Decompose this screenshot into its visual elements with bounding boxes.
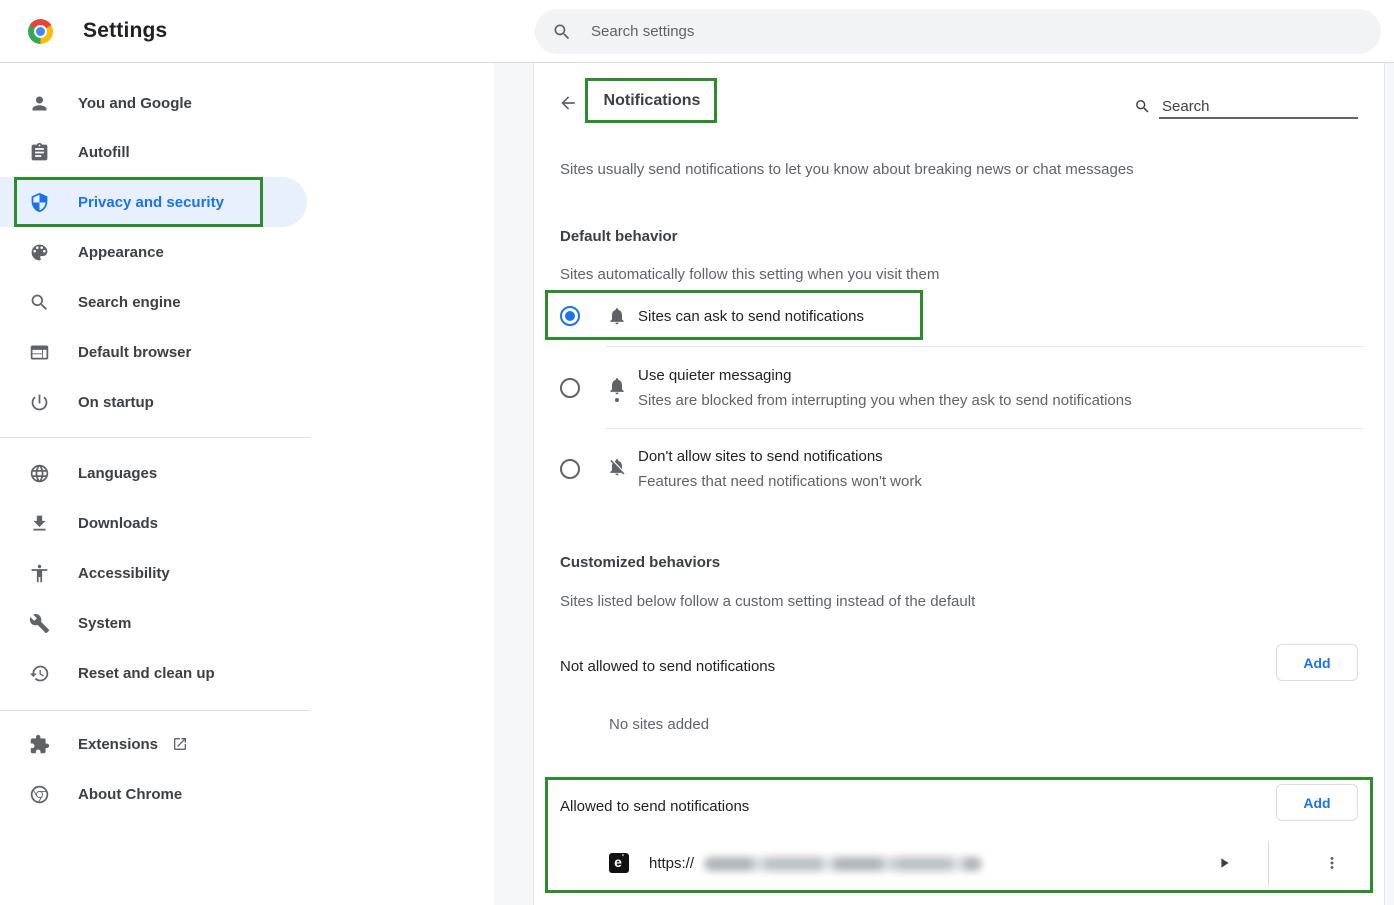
sidebar-item-appearance[interactable]: Appearance <box>0 227 307 277</box>
sidebar-item-label: Autofill <box>78 144 130 161</box>
page-search[interactable] <box>1134 92 1360 120</box>
sidebar-item-label: Languages <box>78 465 157 482</box>
person-icon <box>29 93 50 114</box>
palette-icon <box>29 242 50 263</box>
settings-nav: You and Google Autofill Privacy and secu… <box>0 62 494 905</box>
allowed-label: Allowed to send notifications <box>560 798 749 815</box>
bell-icon <box>607 306 627 326</box>
sidebar-item-on-startup[interactable]: On startup <box>0 377 307 427</box>
sidebar-item-label: You and Google <box>78 95 192 112</box>
sidebar-item-label: Search engine <box>78 294 181 311</box>
sidebar-item-label: Extensions <box>78 736 188 753</box>
sidebar-item-label: Privacy and security <box>78 194 224 211</box>
option-divider <box>606 346 1364 347</box>
no-sites-added-text: No sites added <box>609 716 709 733</box>
sidebar-item-default-browser[interactable]: Default browser <box>0 327 307 377</box>
sidebar-item-label: On startup <box>78 394 154 411</box>
option-label[interactable]: Use quieter messaging <box>638 367 791 384</box>
wrench-icon <box>29 613 50 634</box>
sidebar-item-accessibility[interactable]: Accessibility <box>0 548 307 598</box>
search-icon <box>29 292 50 313</box>
radio-sites-can-ask[interactable] <box>560 306 580 326</box>
option-label[interactable]: Don't allow sites to send notifications <box>638 448 883 465</box>
option-label[interactable]: Sites can ask to send notifications <box>638 308 864 325</box>
sidebar-item-downloads[interactable]: Downloads <box>0 498 307 548</box>
sidebar-item-label: Accessibility <box>78 565 170 582</box>
expand-arrow-icon[interactable] <box>1216 855 1232 871</box>
sidebar-item-text: Extensions <box>78 736 158 753</box>
power-icon <box>29 392 50 413</box>
external-link-icon <box>172 736 188 752</box>
intro-text: Sites usually send notifications to let … <box>560 161 1134 178</box>
sidebar-item-label: About Chrome <box>78 786 182 803</box>
option-description: Sites are blocked from interrupting you … <box>638 392 1132 409</box>
app-header: Settings <box>0 0 1394 63</box>
quiet-dot <box>615 398 619 402</box>
sidebar-item-you-and-google[interactable]: You and Google <box>0 78 307 128</box>
add-allowed-button[interactable]: Add <box>1276 784 1358 821</box>
not-allowed-label: Not allowed to send notifications <box>560 658 775 675</box>
bell-quiet-icon <box>607 376 627 396</box>
site-url-prefix: https:// <box>649 855 694 872</box>
default-behavior-heading: Default behavior <box>560 228 678 245</box>
add-not-allowed-button[interactable]: Add <box>1276 644 1358 681</box>
sidebar-item-languages[interactable]: Languages <box>0 448 307 498</box>
globe-icon <box>29 463 50 484</box>
default-behavior-subheading: Sites automatically follow this setting … <box>560 266 939 283</box>
row-separator <box>1268 841 1269 886</box>
browser-icon <box>29 342 50 363</box>
bell-off-icon <box>607 457 627 477</box>
site-favicon-mark: ' <box>622 853 624 862</box>
sidebar-item-label: Default browser <box>78 344 191 361</box>
search-icon <box>552 22 572 42</box>
search-icon <box>1134 98 1151 115</box>
customized-behaviors-heading: Customized behaviors <box>560 554 720 571</box>
radio-use-quieter-messaging[interactable] <box>560 378 580 398</box>
page-title: Notifications <box>586 78 718 123</box>
page-search-underline <box>1159 117 1358 119</box>
restore-icon <box>29 663 50 684</box>
sidebar-item-label: Appearance <box>78 244 164 261</box>
settings-card: Notifications Sites usually send notific… <box>533 62 1385 905</box>
option-description: Features that need notifications won't w… <box>638 473 922 490</box>
shield-icon <box>29 192 50 213</box>
site-favicon-letter: e <box>614 854 622 870</box>
accessibility-icon <box>29 563 50 584</box>
site-url-redacted <box>704 857 982 871</box>
sidebar-item-extensions[interactable]: Extensions <box>0 719 307 769</box>
sidebar-item-label: Downloads <box>78 515 158 532</box>
customized-behaviors-subheading: Sites listed below follow a custom setti… <box>560 593 975 610</box>
nav-divider <box>0 437 310 438</box>
sidebar-item-label: System <box>78 615 131 632</box>
option-divider <box>606 428 1364 429</box>
content-region: Notifications Sites usually send notific… <box>494 62 1394 905</box>
more-actions-icon[interactable] <box>1323 854 1341 872</box>
autofill-icon <box>29 142 50 163</box>
puzzle-icon <box>29 734 50 755</box>
sidebar-item-search-engine[interactable]: Search engine <box>0 277 307 327</box>
sidebar-item-label: Reset and clean up <box>78 665 215 682</box>
page-search-input[interactable] <box>1160 97 1354 116</box>
site-favicon: e' <box>609 853 629 873</box>
app-body: You and Google Autofill Privacy and secu… <box>0 62 1394 905</box>
sidebar-item-reset-and-clean-up[interactable]: Reset and clean up <box>0 648 307 698</box>
chrome-icon <box>29 784 50 805</box>
chrome-logo-core <box>34 25 47 38</box>
radio-dont-allow[interactable] <box>560 459 580 479</box>
app-title: Settings <box>83 0 167 62</box>
download-icon <box>29 513 50 534</box>
settings-search[interactable] <box>535 9 1381 54</box>
sidebar-item-autofill[interactable]: Autofill <box>0 127 307 177</box>
sidebar-item-privacy-and-security[interactable]: Privacy and security <box>0 177 307 227</box>
back-arrow-icon[interactable] <box>558 93 578 113</box>
nav-divider <box>0 710 310 711</box>
sidebar-item-system[interactable]: System <box>0 598 307 648</box>
sidebar-item-about-chrome[interactable]: About Chrome <box>0 769 307 819</box>
chrome-logo-icon <box>28 19 53 44</box>
settings-search-input[interactable] <box>589 22 1381 41</box>
